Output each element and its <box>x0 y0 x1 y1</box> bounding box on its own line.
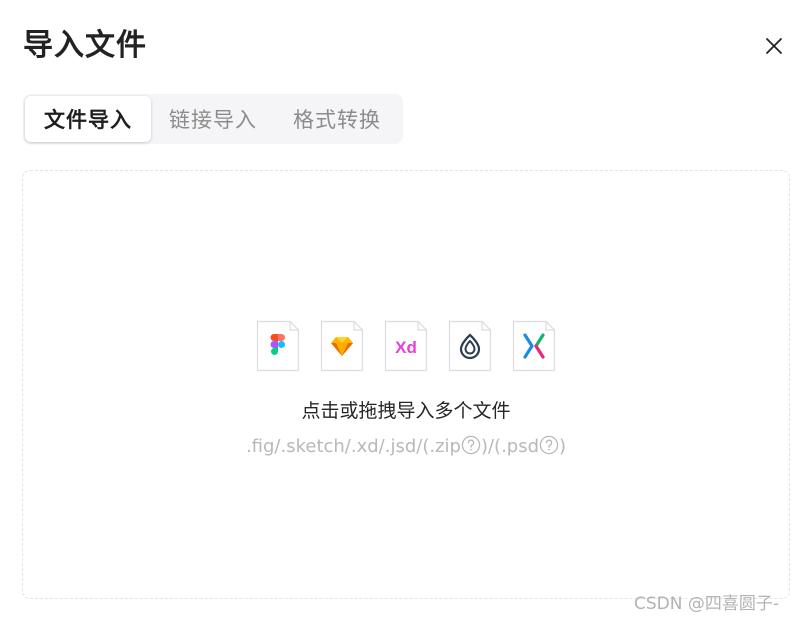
tab-file-import[interactable]: 文件导入 <box>25 96 151 142</box>
xd-icon-text: Xd <box>395 338 417 357</box>
jsdesign-file-icon <box>448 320 492 372</box>
dialog-title: 导入文件 <box>23 28 147 63</box>
tab-format-convert[interactable]: 格式转换 <box>275 96 399 142</box>
supported-formats: .fig/.sketch/.xd/.jsd/(.zip )/(.psd) <box>23 433 789 461</box>
formats-text-2: )/(.psd <box>480 436 540 457</box>
help-circle-icon[interactable] <box>461 435 481 455</box>
sketch-file-icon <box>320 320 364 372</box>
formats-text-1: .fig/.sketch/.xd/.jsd/(.zip <box>245 436 461 457</box>
axure-file-icon <box>512 320 556 372</box>
close-icon <box>766 38 782 54</box>
figma-file-icon <box>256 320 300 372</box>
import-tabs: 文件导入 链接导入 格式转换 <box>23 94 403 144</box>
xd-file-icon: Xd <box>384 320 428 372</box>
watermark: CSDN @四喜圆子- <box>634 594 780 614</box>
file-type-icons: Xd <box>256 320 558 374</box>
close-button[interactable] <box>760 32 788 60</box>
file-dropzone[interactable]: Xd 点击或拖拽导入多个文件 .fig/.sketch/.xd/.jsd/(.z… <box>22 170 790 599</box>
tab-link-import[interactable]: 链接导入 <box>151 96 275 142</box>
drop-hint-text: 点击或拖拽导入多个文件 <box>301 400 511 422</box>
help-circle-icon[interactable] <box>539 435 559 455</box>
formats-text-3: ) <box>559 436 567 457</box>
